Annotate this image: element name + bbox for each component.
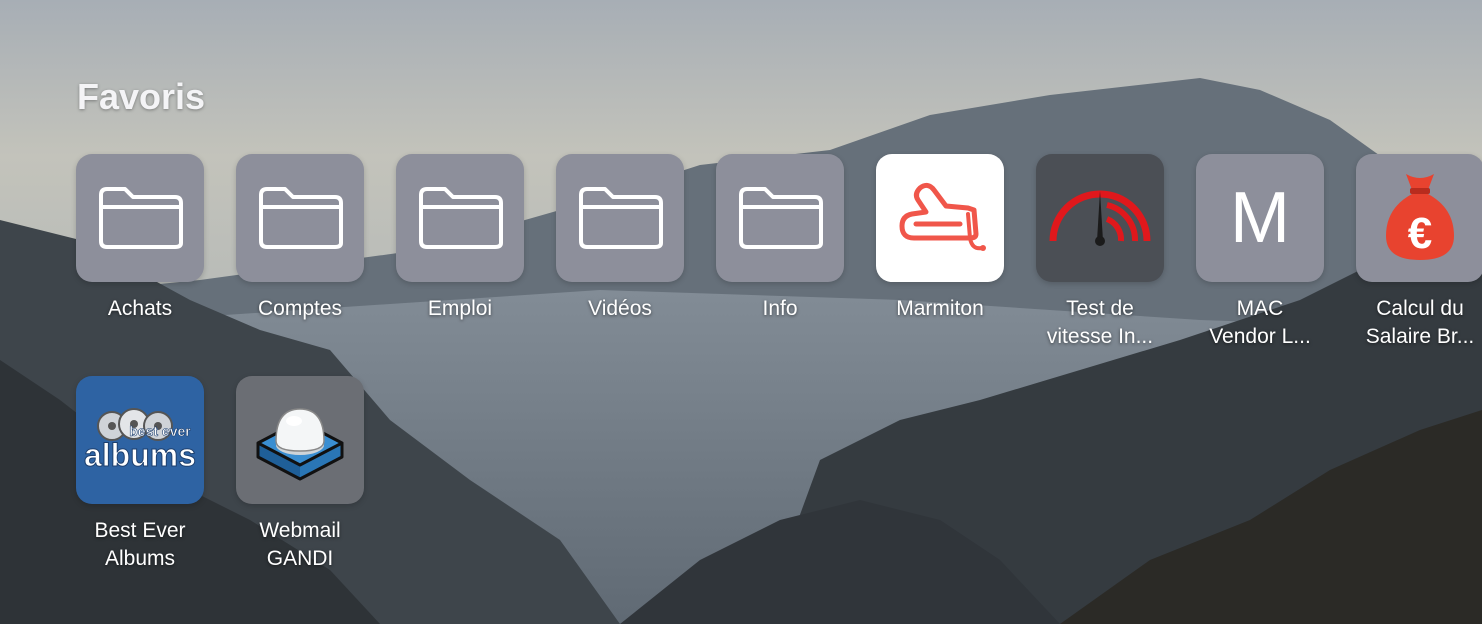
monogram-letter: M [1230,178,1290,258]
favorite-comptes[interactable]: Comptes [236,154,364,323]
tile-label-line1: Marmiton [896,297,984,320]
folder-icon [716,154,844,282]
euro-money-bag-icon: € [1356,154,1482,282]
tile-label-line1: Test de [1066,297,1134,320]
tile-label-line1: MAC [1236,297,1284,320]
speedometer-icon [1036,154,1164,282]
tile-label-line2: Salaire Br... [1365,325,1475,348]
tile-label-line1: Info [762,297,798,320]
tile-label-line1: Best Ever [94,519,186,542]
tile-label-line2: Albums [104,547,176,570]
favorite-marmiton[interactable]: Marmiton [876,154,1004,323]
mailbox-icon [236,376,364,504]
folder-icon [76,154,204,282]
tile-label-line1: Achats [107,297,173,320]
favorite-calcul-salaire[interactable]: € Calcul du Salaire Br... [1356,154,1482,351]
favorites-title: Favoris [77,76,206,117]
favorite-webmail-gandi[interactable]: Webmail GANDI [236,376,364,573]
letter-m-icon: M [1196,154,1324,282]
favorite-mac-vendor[interactable]: M MAC Vendor L... [1196,154,1324,351]
folder-icon [396,154,524,282]
tile-label-line2: GANDI [266,547,334,570]
folder-icon [556,154,684,282]
favorite-info[interactable]: Info [716,154,844,323]
favorite-achats[interactable]: Achats [76,154,204,323]
tile-label-line1: Comptes [257,297,343,320]
folder-icon [236,154,364,282]
logo-text-bottom: albums [84,437,196,473]
favorite-test-de-vitesse[interactable]: Test de vitesse In... [1036,154,1164,351]
tile-label-line2: vitesse In... [1046,325,1154,348]
albums-logo-icon: best ever albums [76,376,204,504]
euro-symbol: € [1408,209,1432,258]
favorite-emploi[interactable]: Emploi [396,154,524,323]
tile-label-line1: Calcul du [1376,297,1464,320]
tile-label-line1: Vidéos [588,297,652,320]
tile-label-line2: Vendor L... [1209,325,1311,348]
favorite-videos[interactable]: Vidéos [556,154,684,323]
tile-label-line1: Emploi [427,297,493,320]
favorite-best-ever-albums[interactable]: best ever albums Best Ever Albums [76,376,204,573]
tile-label-line1: Webmail [259,519,341,542]
oven-mitt-icon [876,154,1004,282]
